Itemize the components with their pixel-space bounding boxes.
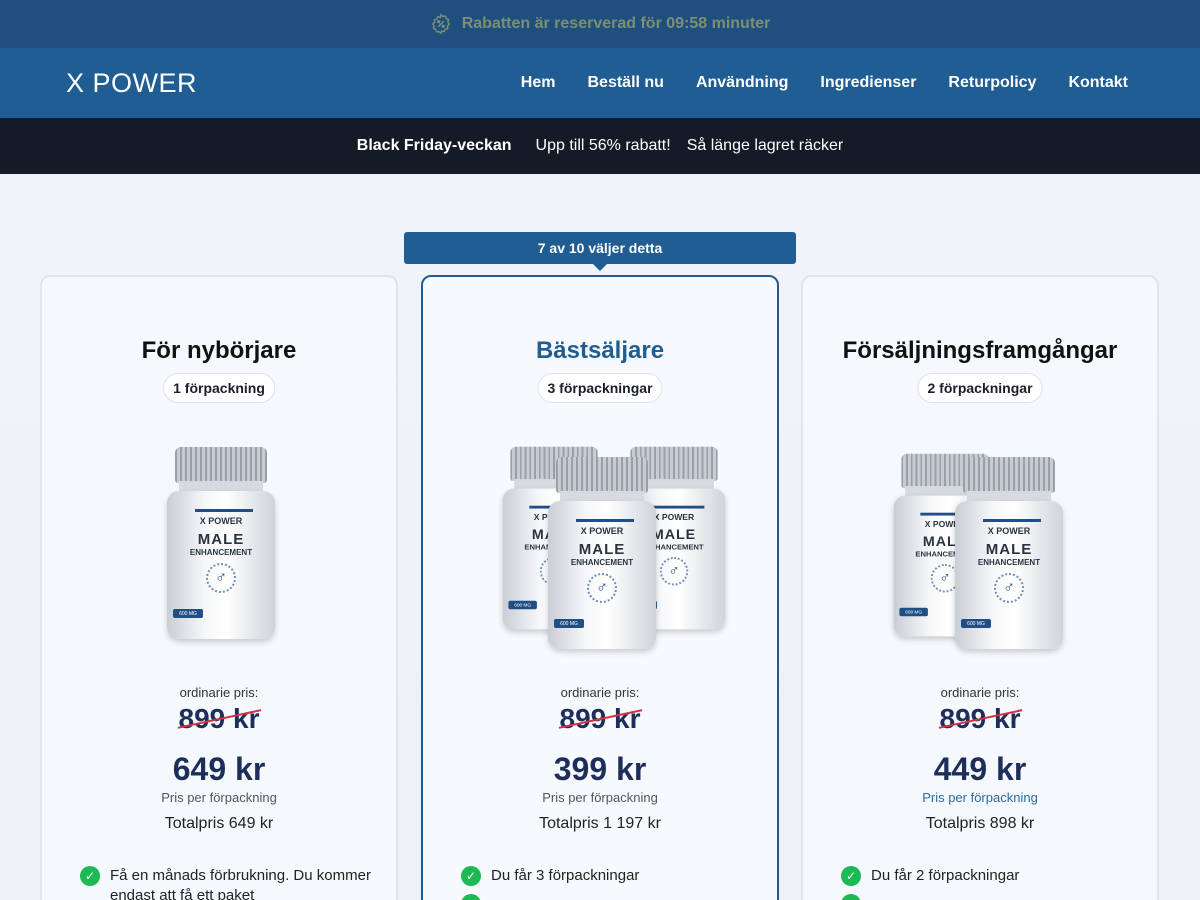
popular-ribbon: 7 av 10 väljer detta — [404, 232, 796, 271]
total-price: Totalpris 649 kr — [164, 815, 274, 832]
discount-timer-text: Rabatten är reserverad för 09:58 minuter — [461, 15, 771, 32]
check-icon: ✓ — [841, 894, 861, 900]
old-price: 899 kr — [939, 703, 1021, 734]
card-title: För nybörjare — [141, 337, 297, 364]
feature-item: ✓ — [461, 894, 757, 900]
nav-link-anvandning[interactable]: Användning — [680, 74, 804, 92]
price: 649 kr — [172, 751, 266, 787]
check-icon: ✓ — [461, 866, 481, 886]
total-price: Totalpris 898 kr — [925, 815, 1035, 832]
logo[interactable]: X POWER — [66, 68, 197, 99]
nav-link-ingredienser[interactable]: Ingredienser — [804, 74, 932, 92]
product-image: X POWER MALE ENHANCEMENT ♂ 600 MG X POWE… — [803, 437, 1157, 649]
product-image: X POWER MALE ENHANCEMENT ♂ 600 MG — [42, 437, 396, 647]
regular-price-label: ordinarie pris: — [560, 685, 640, 700]
feature-item: ✓ Du får 3 förpackningar — [461, 866, 757, 886]
main-navigation: X POWER Hem Beställ nu Användning Ingred… — [0, 48, 1200, 118]
card-title: Bästsäljare — [535, 337, 665, 364]
product-image: X POWER MALE ENHANCEMENT ♂ 600 MG X POWE… — [423, 437, 777, 649]
check-icon: ✓ — [80, 866, 100, 886]
nav-link-bestall-nu[interactable]: Beställ nu — [571, 74, 679, 92]
old-price: 899 kr — [559, 703, 641, 734]
price: 399 kr — [553, 751, 647, 787]
promo-stock: Så länge lagret räcker — [686, 137, 844, 154]
nav-link-returpolicy[interactable]: Returpolicy — [932, 74, 1052, 92]
promo-banner: Black Friday-veckan Upp till 56% rabatt!… — [0, 118, 1200, 174]
feature-item: ✓ — [841, 894, 1137, 900]
pricing-section: 7 av 10 väljer detta För nybörjare 1 för… — [0, 174, 1200, 900]
feature-list: ✓ Du får 3 förpackningar ✓ — [461, 866, 757, 900]
regular-price-label: ordinarie pris: — [179, 685, 259, 700]
feature-item: ✓ Få en månads förbrukning. Du kommer en… — [80, 866, 376, 900]
nav-menu: Hem Beställ nu Användning Ingredienser R… — [505, 74, 1144, 92]
feature-list: ✓ Få en månads förbrukning. Du kommer en… — [80, 866, 376, 900]
pricing-card-1[interactable]: För nybörjare 1 förpackning X POWER MALE… — [40, 275, 398, 900]
price-per-package-label: Pris per förpackning — [542, 790, 658, 805]
package-count-badge: 2 förpackningar — [917, 373, 1043, 403]
feature-list: ✓ Du får 2 förpackningar ✓ — [841, 866, 1137, 900]
product-bottle: X POWER MALE ENHANCEMENT ♂ 600 MG — [167, 447, 275, 639]
pricing-card-2[interactable]: Bästsäljare 3 förpackningar X POWER MALE… — [421, 275, 779, 900]
old-price: 899 kr — [178, 703, 260, 734]
product-bottle: X POWER MALE ENHANCEMENT ♂ 600 MG — [955, 457, 1063, 649]
price-per-package-label: Pris per förpackning — [922, 790, 1038, 805]
package-count-badge: 1 förpackning — [163, 373, 275, 403]
promo-discount: Upp till 56% rabatt! — [535, 137, 671, 154]
check-icon: ✓ — [841, 866, 861, 886]
discount-timer-bar: Rabatten är reserverad för 09:58 minuter — [0, 0, 1200, 48]
product-bottle: X POWER MALE ENHANCEMENT ♂ 600 MG — [548, 457, 656, 649]
regular-price-label: ordinarie pris: — [940, 685, 1020, 700]
package-count-badge: 3 förpackningar — [537, 373, 663, 403]
check-icon: ✓ — [461, 894, 481, 900]
pricing-card-3[interactable]: Försäljningsframgångar 2 förpackningar X… — [801, 275, 1159, 900]
price-per-package-label: Pris per förpackning — [161, 790, 277, 805]
nav-link-hem[interactable]: Hem — [505, 74, 572, 92]
feature-item: ✓ Du får 2 förpackningar — [841, 866, 1137, 886]
price: 449 kr — [933, 751, 1027, 787]
nav-link-kontakt[interactable]: Kontakt — [1052, 74, 1144, 92]
card-title: Försäljningsframgångar — [842, 337, 1118, 364]
promo-headline: Black Friday-veckan — [356, 137, 512, 154]
discount-badge-icon — [431, 13, 450, 35]
total-price: Totalpris 1 197 kr — [539, 815, 661, 832]
